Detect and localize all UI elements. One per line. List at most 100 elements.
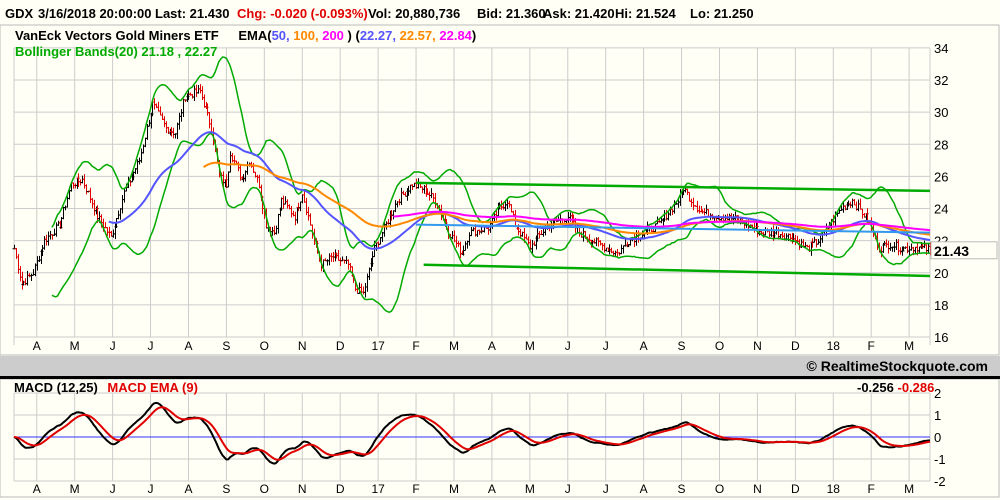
price-bar [909, 243, 914, 251]
price-axis-tick-label: 24 [934, 202, 948, 217]
price-bar [179, 108, 184, 122]
price-bar [228, 151, 233, 173]
price-bar [338, 257, 343, 266]
price-bar [103, 222, 108, 229]
price-bar [600, 243, 605, 251]
price-bar [190, 93, 195, 99]
price-bar [619, 244, 624, 255]
macd-month-tick-label: J [148, 482, 154, 496]
price-bar [399, 187, 404, 205]
price-bar [486, 227, 491, 235]
month-tick-label: J [110, 339, 116, 353]
price-bar [858, 198, 863, 210]
price-bar [393, 200, 398, 213]
price-bar [391, 210, 396, 220]
price-bar [427, 191, 432, 201]
price-bar [852, 199, 857, 206]
price-bar [194, 84, 199, 97]
macd-value: -0.256 [857, 380, 894, 395]
macd-axis-tick-label: -2 [934, 474, 946, 489]
price-bar [139, 148, 144, 163]
macd-month-tick-label: F [868, 482, 875, 496]
price-bar [886, 240, 891, 254]
price-bar [35, 256, 40, 271]
ema-mid: ) ( [343, 28, 360, 43]
price-bar [46, 231, 51, 246]
ema-suffix: ) [471, 28, 477, 43]
price-bar [702, 208, 707, 216]
price-bar [207, 112, 212, 129]
price-bar [780, 231, 785, 239]
price-bar [507, 200, 512, 208]
month-tick-label: A [640, 339, 648, 353]
price-bar [143, 137, 148, 148]
price-axis-tick-label: 26 [934, 169, 948, 184]
macd-month-tick-label: A [33, 482, 41, 496]
macd-month-tick-label: D [336, 482, 345, 496]
month-tick-label: D [336, 339, 345, 353]
month-tick-label: A [184, 339, 192, 353]
price-bar [763, 227, 768, 236]
price-bar [20, 271, 25, 290]
macd-month-tick-label: S [678, 482, 686, 496]
macd-line [13, 401, 931, 465]
ema-value-50: 22.27, [359, 28, 396, 43]
price-bar [913, 246, 918, 254]
macd-month-tick-label: J [603, 482, 609, 496]
price-bar [18, 266, 23, 282]
price-bar [274, 225, 279, 235]
ema-period-200: 200 [322, 28, 344, 43]
price-bar [907, 246, 912, 256]
price-bar [158, 106, 163, 116]
price-bar [88, 187, 93, 203]
price-bar [92, 199, 97, 216]
month-tick-label: 18 [827, 339, 841, 353]
price-bar [363, 282, 368, 298]
price-bar [162, 116, 167, 128]
macd-axis-tick-label: 2 [934, 386, 941, 401]
macd-month-tick-label: J [110, 482, 116, 496]
macd-month-tick-label: O [260, 482, 269, 496]
price-bar [37, 255, 42, 262]
macd-panel-frame [0, 378, 1000, 498]
price-axis-tick-label: 16 [934, 330, 948, 345]
ema-prefix: EMA( [238, 28, 272, 43]
month-tick-label: N [753, 339, 762, 353]
month-tick-label: O [715, 339, 724, 353]
price-bar [177, 112, 182, 130]
price-bar [467, 232, 472, 246]
price-bar [302, 191, 307, 203]
macd-legend: MACD (12,25) MACD EMA (9) [14, 380, 198, 395]
price-bar [410, 184, 415, 190]
price-bar [29, 273, 34, 281]
macd-month-tick-label: 18 [827, 482, 841, 496]
price-bar [16, 254, 21, 274]
price-bar [122, 188, 127, 203]
price-bar [463, 241, 468, 251]
trend-channel-lower [423, 263, 931, 278]
macd-month-tick-label: F [412, 482, 419, 496]
legend-title: VanEck Vectors Gold Miners ETF EMA(50, 1… [15, 28, 476, 43]
price-bar [408, 184, 413, 194]
price-bar [697, 205, 702, 214]
month-tick-label: F [868, 339, 875, 353]
month-tick-label: J [603, 339, 609, 353]
bollinger-upper-band [51, 56, 931, 250]
price-bar [52, 228, 57, 236]
price-bar [327, 253, 332, 266]
price-bar [816, 238, 821, 245]
month-tick-label: M [449, 339, 459, 353]
price-bar [888, 242, 893, 251]
price-bar [281, 195, 286, 210]
price-bar [475, 229, 480, 237]
price-bar [325, 259, 330, 266]
price-bar [283, 196, 288, 205]
macd-axis-tick-label: 1 [934, 408, 941, 423]
price-bar [181, 98, 186, 117]
price-bar [27, 273, 32, 278]
macd-month-tick-label: S [222, 482, 230, 496]
price-bar [285, 199, 290, 209]
price-bar [670, 208, 675, 215]
chart-canvas: 16182022242628303234-2-1012AAMMJJJJAASSO… [0, 24, 1000, 498]
price-bar [42, 236, 47, 250]
